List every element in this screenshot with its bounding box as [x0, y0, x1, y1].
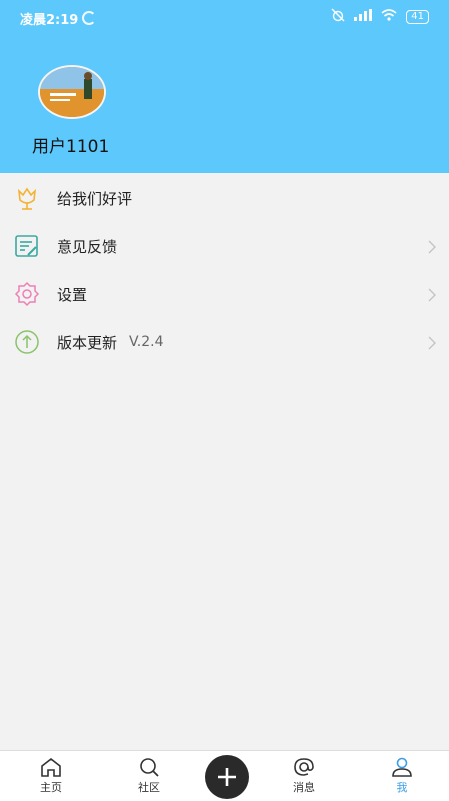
menu-label-settings: 设置 — [57, 285, 88, 304]
menu-item-version-update[interactable]: 版本更新 V.2.4 — [0, 318, 449, 366]
tab-messages[interactable]: 消息 — [274, 753, 334, 795]
tab-label-me: 我 — [396, 781, 408, 794]
chevron-right-icon — [428, 287, 436, 306]
menu-list: 给我们好评 意见反馈 设置 版本更新 V.2.4 — [0, 174, 449, 366]
add-button[interactable] — [205, 755, 249, 799]
menu-item-feedback[interactable]: 意见反馈 — [0, 222, 449, 270]
tab-community[interactable]: 社区 — [119, 753, 179, 795]
menu-label-rate-us: 给我们好评 — [57, 189, 133, 208]
profile-header: 用户1101 — [0, 34, 449, 173]
tab-label-community: 社区 — [138, 781, 160, 794]
menu-item-rate-us[interactable]: 给我们好评 — [0, 174, 449, 222]
bottom-tab-bar: 主页 社区 消息 我 — [0, 750, 449, 801]
menu-item-settings[interactable]: 设置 — [0, 270, 449, 318]
user-icon — [372, 757, 432, 777]
chevron-right-icon — [428, 239, 436, 258]
tab-me[interactable]: 我 — [372, 753, 432, 795]
upgrade-icon — [12, 327, 42, 357]
tab-label-messages: 消息 — [293, 781, 315, 794]
feedback-icon — [12, 231, 42, 261]
avatar[interactable] — [38, 65, 106, 119]
version-number: V.2.4 — [129, 334, 164, 350]
home-icon — [21, 757, 81, 777]
signal-icon — [354, 9, 373, 24]
at-icon — [274, 757, 334, 777]
wifi-icon — [381, 9, 397, 24]
flower-icon — [12, 183, 42, 213]
status-icons: 41 — [331, 8, 429, 25]
battery-icon: 41 — [406, 9, 429, 24]
menu-label-version-update: 版本更新 — [57, 333, 118, 352]
menu-label-feedback: 意见反馈 — [57, 237, 118, 256]
status-time: 凌晨2:19 — [20, 13, 79, 28]
tab-home[interactable]: 主页 — [21, 753, 81, 795]
gear-icon — [12, 279, 42, 309]
username: 用户1101 — [32, 137, 110, 157]
tab-label-home: 主页 — [40, 781, 62, 794]
status-bar: 凌晨2:19 41 — [0, 0, 449, 34]
loading-icon — [82, 11, 96, 25]
chevron-right-icon — [428, 335, 436, 354]
search-icon — [119, 757, 179, 777]
alarm-off-icon — [331, 8, 345, 25]
